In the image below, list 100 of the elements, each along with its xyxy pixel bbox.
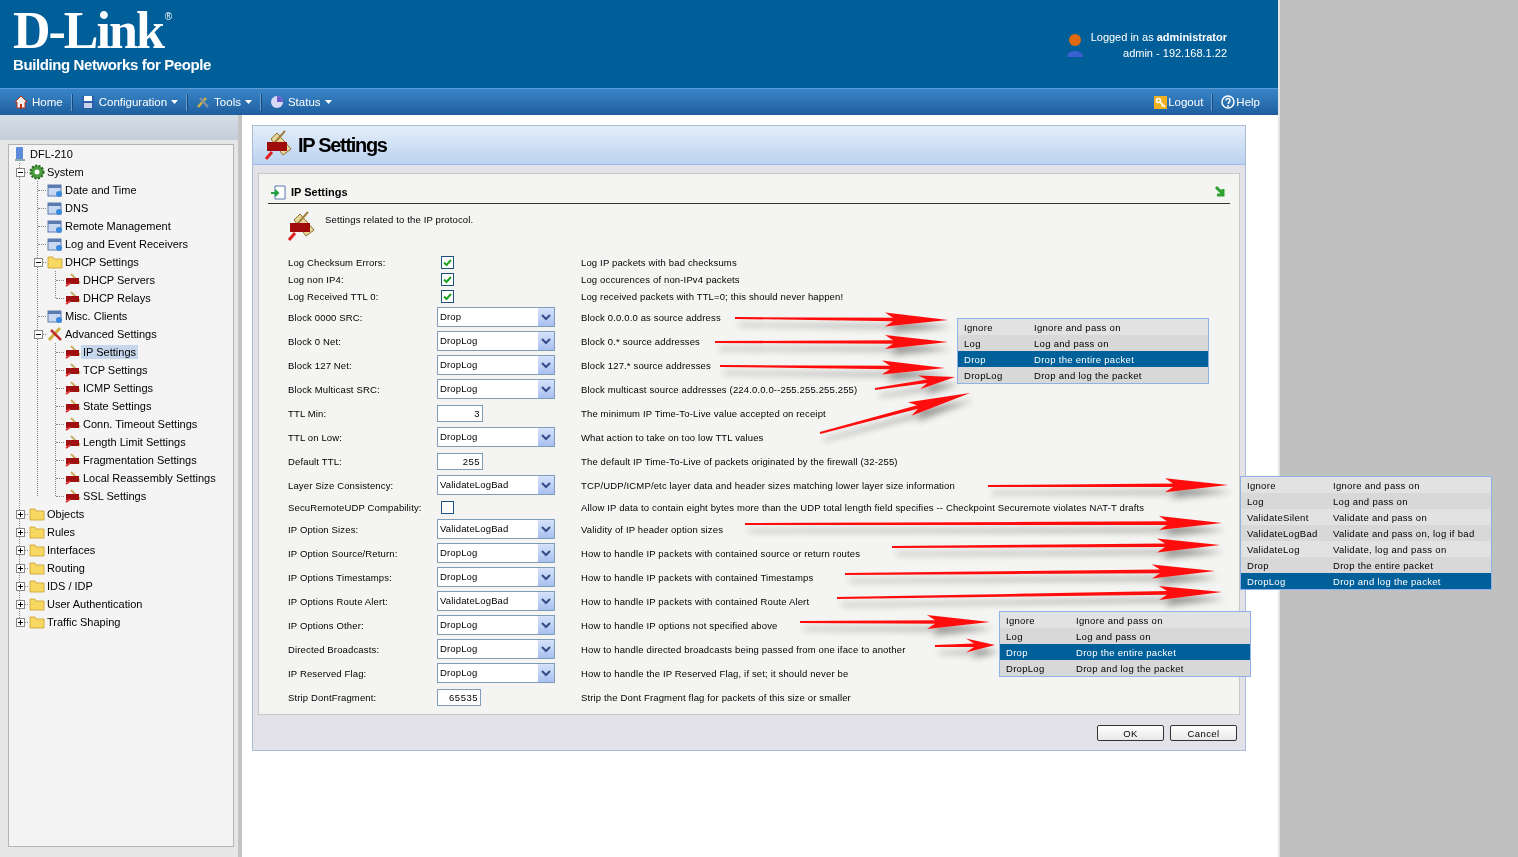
settings-badge-icon	[64, 399, 81, 413]
option-description: Log and pass on	[1028, 335, 1209, 351]
expand-icon[interactable]	[16, 509, 25, 519]
tree-item[interactable]: Log and Event Receivers	[63, 237, 190, 251]
number-field[interactable]: 255	[437, 452, 483, 470]
dropdown[interactable]: DropLog	[437, 639, 555, 659]
dropdown[interactable]: ValidateLogBad	[437, 519, 555, 539]
chevron-down-icon	[538, 616, 554, 634]
checkbox[interactable]	[441, 256, 454, 269]
tree-item[interactable]: Objects	[45, 507, 87, 521]
setting-label: SecuRemoteUDP Compability:	[288, 501, 422, 513]
dropdown[interactable]: ValidateLogBad	[437, 591, 555, 611]
tree-item[interactable]: Conn. Timeout Settings	[81, 417, 200, 431]
page-title: IP Settings	[298, 132, 387, 158]
menu-item[interactable]: Home	[6, 93, 71, 111]
option-value: Log	[1240, 493, 1327, 509]
tree-item[interactable]: User Authentication	[45, 597, 145, 611]
menu-item[interactable]: Logout	[1146, 93, 1212, 111]
option-value: Drop	[957, 351, 1028, 367]
setting-label: IP Options Timestamps:	[288, 571, 392, 583]
dropdown[interactable]: DropLog	[437, 355, 555, 375]
tree-item[interactable]: Date and Time	[63, 183, 139, 197]
tree-item[interactable]: DNS	[63, 201, 91, 215]
tree-item[interactable]: IP Settings	[81, 345, 138, 359]
tree-item[interactable]: Routing	[45, 561, 87, 575]
tree-item[interactable]: Length Limit Settings	[81, 435, 188, 449]
tree-item[interactable]: Fragmentation Settings	[81, 453, 199, 467]
tree-item[interactable]: ICMP Settings	[81, 381, 156, 395]
setting-label: Block Multicast SRC:	[288, 383, 380, 395]
dropdown[interactable]: Drop	[437, 307, 555, 327]
setting-description: How to handle the IP Reserved Flag, if set; it should never be	[581, 667, 849, 679]
dropdown[interactable]: DropLog	[437, 663, 555, 683]
settings-badge-icon	[64, 381, 81, 395]
dropdown[interactable]: DropLog	[437, 427, 555, 447]
tree-item[interactable]: SSL Settings	[81, 489, 149, 503]
menu-item[interactable]: Tools	[188, 93, 260, 111]
dropdown[interactable]: DropLog	[437, 379, 555, 399]
checkbox[interactable]	[441, 500, 454, 514]
dropdown[interactable]: DropLog	[437, 615, 555, 635]
expand-icon[interactable]	[16, 563, 25, 573]
tree-item[interactable]: DHCP Servers	[81, 273, 157, 287]
login-status: Logged in as administrator	[1090, 30, 1227, 45]
collapse-icon[interactable]	[34, 257, 43, 267]
expand-icon[interactable]	[16, 545, 25, 555]
tree-item[interactable]: Advanced Settings	[63, 327, 159, 341]
tree-item[interactable]: Remote Management	[63, 219, 173, 233]
tree-item[interactable]: Traffic Shaping	[45, 615, 123, 629]
number-field[interactable]: 3	[437, 404, 483, 422]
menu-item[interactable]: Help	[1213, 93, 1268, 111]
dropdown[interactable]: DropLog	[437, 331, 555, 351]
option-description: Drop the entire packet	[1070, 644, 1251, 660]
chevron-down-icon	[538, 520, 554, 538]
intro-text: Settings related to the IP protocol.	[325, 214, 474, 227]
logo-text: D-Link	[13, 10, 163, 52]
option-value: DropLog	[1240, 573, 1327, 590]
section-title: IP Settings	[291, 186, 349, 198]
tree-item[interactable]: System	[45, 165, 86, 179]
tree-item[interactable]: DHCP Relays	[81, 291, 153, 305]
setting-description: The minimum IP Time-To-Live value accepted on receipt	[581, 407, 826, 419]
setting-description: Strip the Dont Fragment flag for packets of this size or smaller	[581, 691, 851, 703]
dropdown[interactable]: ValidateLogBad	[437, 475, 555, 495]
collapse-icon[interactable]	[16, 167, 25, 177]
expand-icon[interactable]	[16, 527, 25, 537]
setting-label: Log Received TTL 0:	[288, 291, 379, 302]
collapse-icon[interactable]	[34, 329, 43, 339]
setting-label: Layer Size Consistency:	[288, 479, 394, 491]
tagline: Building Networks for People	[13, 56, 211, 74]
checkbox[interactable]	[441, 273, 454, 286]
cancel-button[interactable]: Cancel	[1170, 725, 1237, 741]
option-description: Validate and pass on, log if bad	[1327, 525, 1492, 541]
menu-item[interactable]: Configuration	[72, 93, 187, 111]
tree-item[interactable]: DHCP Settings	[63, 255, 141, 269]
pie-chart-icon	[269, 95, 284, 109]
setting-description: How to handle IP packets with contained source or return routes	[581, 547, 861, 559]
setting-label: Directed Broadcasts:	[288, 643, 380, 655]
tree-item[interactable]: Rules	[45, 525, 78, 539]
folder-icon	[28, 543, 45, 557]
tree-item[interactable]: Local Reassembly Settings	[81, 471, 218, 485]
tree-item[interactable]: Misc. Clients	[63, 309, 130, 323]
option-description: Drop and log the packet	[1028, 367, 1209, 384]
expand-icon[interactable]	[16, 617, 25, 627]
expand-icon[interactable]	[16, 581, 25, 591]
setting-label: Block 127 Net:	[288, 359, 352, 371]
tools-icon	[46, 326, 63, 342]
tree-item[interactable]: TCP Settings	[81, 363, 150, 377]
number-field[interactable]: 65535	[437, 688, 481, 706]
tree-item[interactable]: IDS / IDP	[45, 579, 95, 593]
tree-item[interactable]: DFL-210	[28, 147, 75, 161]
setting-description: Block 127.* source addresses	[581, 359, 711, 371]
dropdown[interactable]: DropLog	[437, 567, 555, 587]
tree-item[interactable]: Interfaces	[45, 543, 98, 557]
tree-item[interactable]: State Settings	[81, 399, 154, 413]
ok-button[interactable]: OK	[1097, 725, 1164, 741]
dropdown[interactable]: DropLog	[437, 543, 555, 563]
menu-item[interactable]: Status	[261, 93, 340, 111]
setting-description: Block 0.* source addresses	[581, 335, 700, 347]
setting-description: Log occurences of non-IPv4 packets	[581, 274, 740, 285]
expand-icon[interactable]	[16, 599, 25, 609]
refresh-icon[interactable]	[1213, 185, 1226, 199]
checkbox[interactable]	[441, 290, 454, 303]
